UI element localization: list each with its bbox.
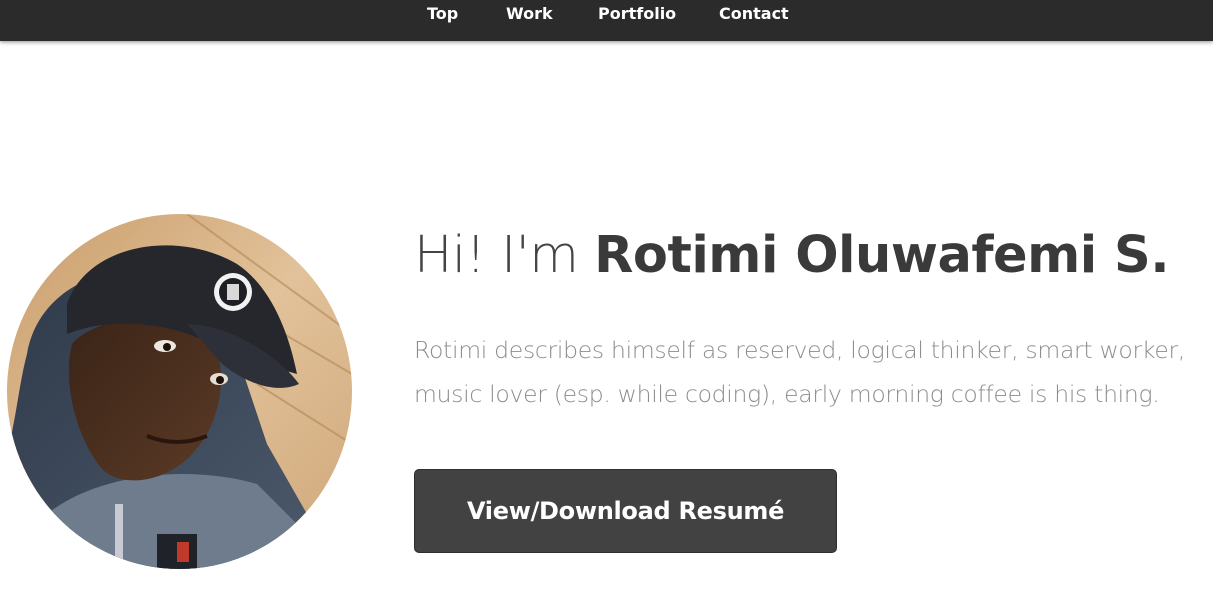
profile-photo-illustration xyxy=(7,214,352,569)
hero-bio: Rotimi describes himself as reserved, lo… xyxy=(414,336,1186,408)
profile-photo xyxy=(7,214,352,569)
nav-link-work[interactable]: Work xyxy=(506,0,553,26)
nav-link-portfolio[interactable]: Portfolio xyxy=(598,0,676,26)
hero-greeting: Hi! I'm xyxy=(414,226,595,285)
hero-name: Rotimi Oluwafemi S. xyxy=(594,226,1170,285)
nav-link-top[interactable]: Top xyxy=(427,0,458,26)
hero-headline: Hi! I'm Rotimi Oluwafemi S. xyxy=(414,220,1204,292)
view-download-resume-button[interactable]: View/Download Resumé xyxy=(414,469,837,553)
nav-link-contact[interactable]: Contact xyxy=(719,0,789,26)
top-navbar: Top Work Portfolio Contact xyxy=(0,0,1213,41)
